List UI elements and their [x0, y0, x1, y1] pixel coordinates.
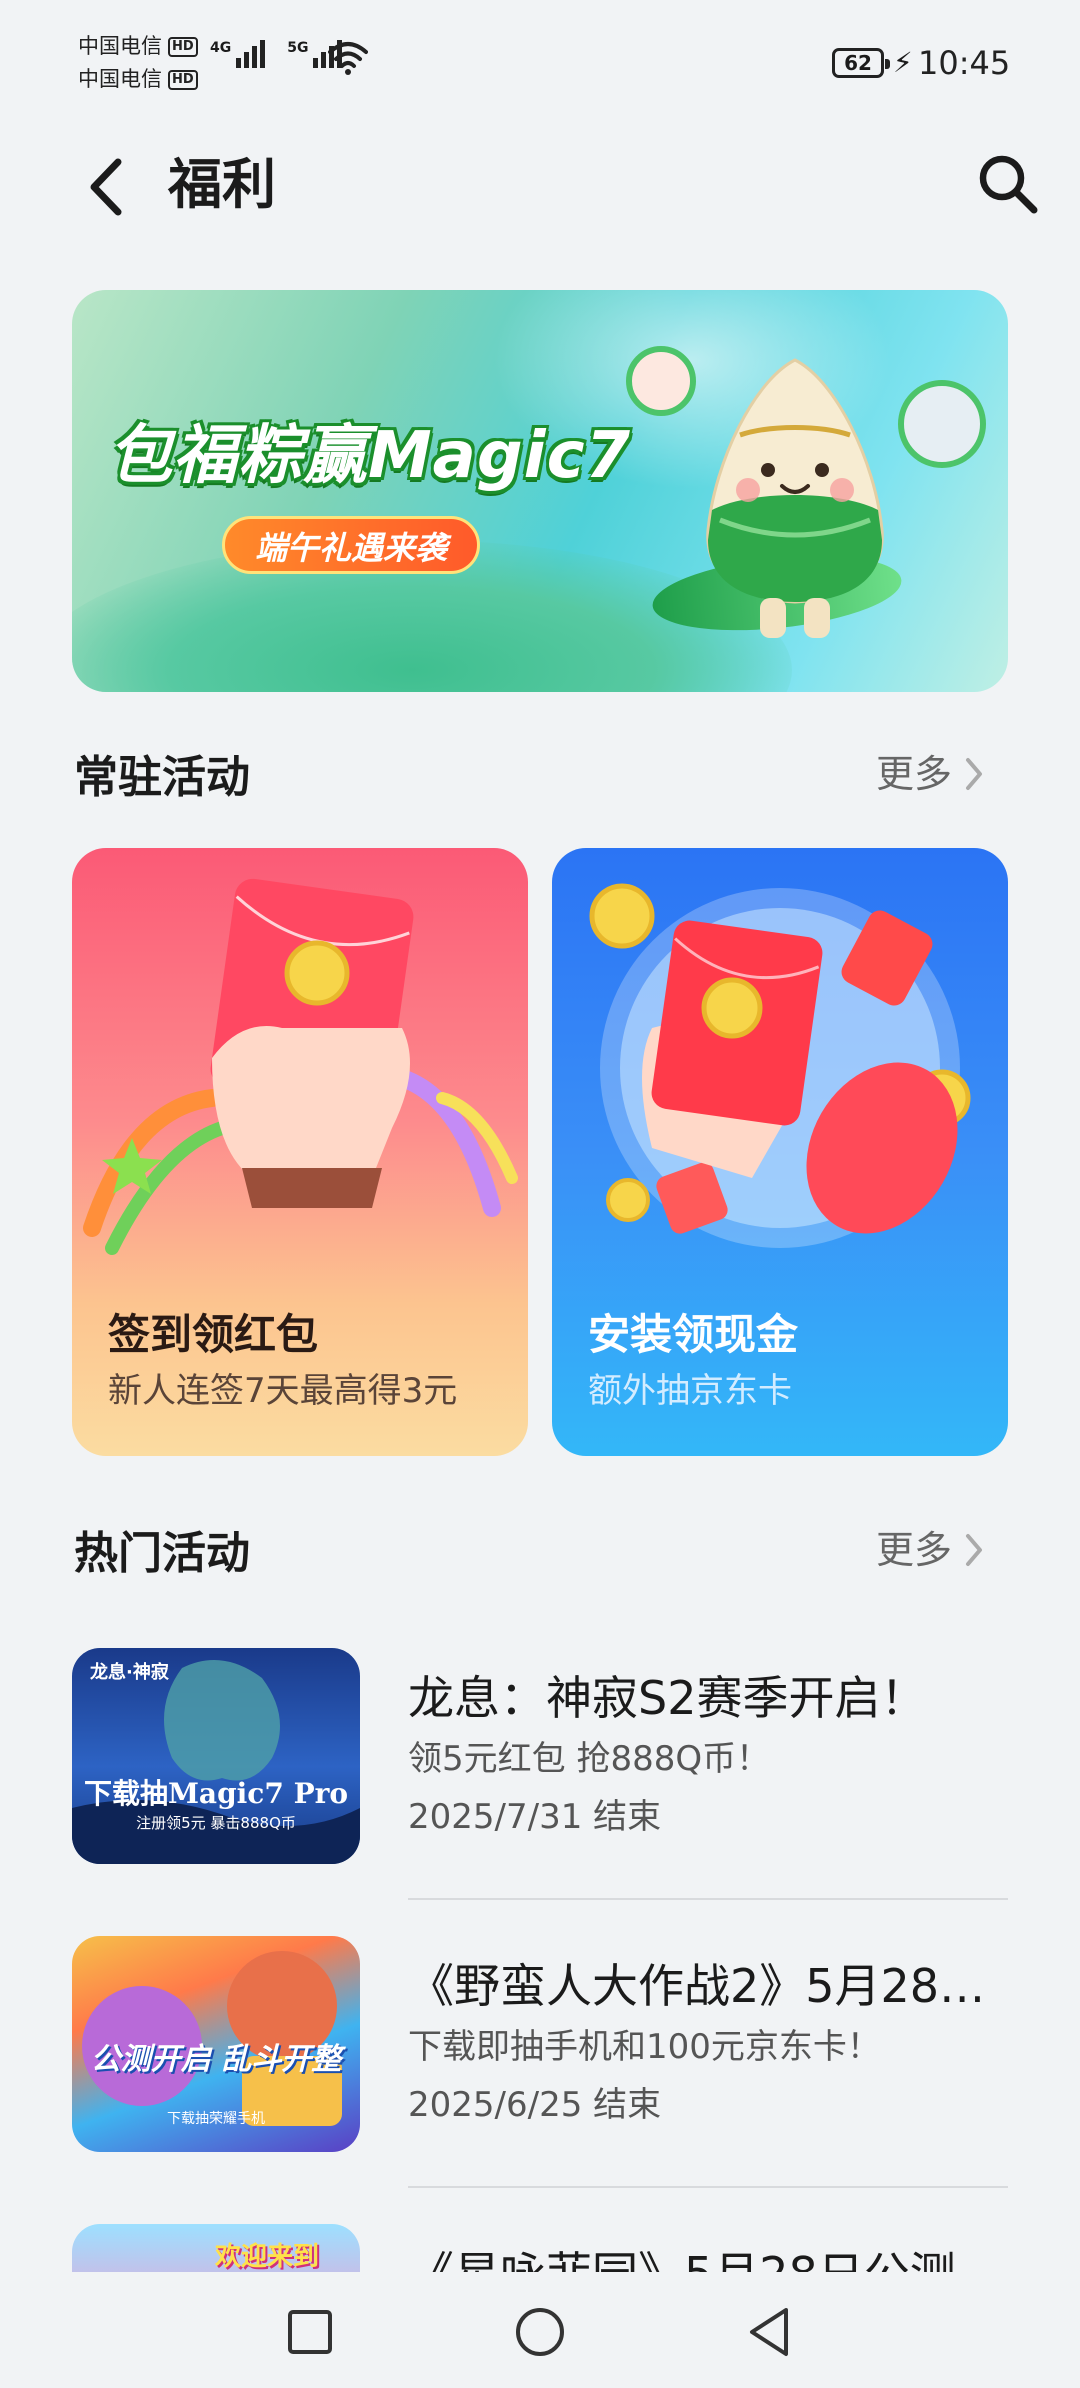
item-end-date: 2025/6/25 结束	[408, 2085, 662, 2125]
install-card[interactable]: 安装领现金 额外抽京东卡	[552, 848, 1008, 1456]
thumb-headline: 欢迎来到	[214, 2242, 319, 2272]
back-triangle-icon[interactable]	[740, 2302, 800, 2362]
signal-4g-icon: 4G	[210, 40, 266, 68]
divider	[408, 2186, 1008, 2188]
back-icon[interactable]	[80, 152, 132, 222]
home-circle-icon[interactable]	[510, 2302, 570, 2362]
banner-title: 包福粽赢Magic7	[108, 419, 632, 493]
wifi-icon	[328, 42, 368, 75]
item-description: 下载即抽手机和100元京东卡！	[408, 2027, 881, 2067]
card-subtitle: 额外抽京东卡	[588, 1371, 792, 1411]
list-item[interactable]: 欢迎来到 《星咏菲园》5月28日公测	[72, 2224, 1008, 2272]
red-envelope-hand-icon	[83, 878, 518, 1255]
chevron-right-icon	[966, 1534, 983, 1566]
activity-thumbnail: 欢迎来到	[72, 2224, 360, 2272]
red-envelope-badge-icon	[626, 346, 696, 416]
clock: 10:45	[918, 44, 1011, 82]
item-end-date: 2025/7/31 结束	[408, 1797, 662, 1837]
zongzi-mascot-icon	[706, 358, 884, 638]
chevron-right-icon	[966, 758, 983, 790]
hd-badge: HD	[168, 69, 198, 90]
card-title: 签到领红包	[108, 1310, 319, 1359]
signal-group: 4G 5G	[210, 40, 343, 68]
item-title: 《星咏菲园》5月28日公测	[408, 2242, 1008, 2272]
item-description: 领5元红包 抢888Q币！	[408, 1739, 771, 1779]
more-button-hot[interactable]: 更多	[876, 1520, 986, 1580]
item-title: 龙息：神寂S2赛季开启！	[408, 1671, 927, 1725]
phone-badge-icon	[898, 380, 986, 468]
system-nav-bar	[0, 2272, 1080, 2388]
thumb-subline: 注册领5元 暴击888Q币	[136, 1814, 296, 1832]
promo-banner[interactable]: 包福粽赢Magic7 端午礼遇来袭	[72, 290, 1008, 692]
carrier-1: 中国电信	[78, 34, 162, 58]
activity-thumbnail: 公测开启 乱斗开整 下载抽荣耀手机	[72, 1936, 360, 2152]
thumb-subline: 下载抽荣耀手机	[167, 2111, 265, 2127]
page-title: 福利	[168, 153, 276, 216]
more-label: 更多	[876, 1528, 953, 1572]
carrier-2: 中国电信	[78, 67, 162, 91]
charging-icon: ⚡	[893, 46, 913, 79]
search-icon[interactable]	[974, 150, 1042, 218]
carrier-info: 中国电信 HD 中国电信 HD	[78, 30, 198, 96]
cash-envelope-hand-icon	[589, 883, 971, 1248]
battery-icon: 62	[832, 48, 890, 78]
more-label: 更多	[876, 752, 953, 796]
checkin-card[interactable]: 签到领红包 新人连签7天最高得3元	[72, 848, 528, 1456]
divider	[408, 1898, 1008, 1900]
thumb-brand: 龙息·神寂	[90, 1662, 169, 1683]
activity-thumbnail: 龙息·神寂 下载抽Magic7 Pro 注册领5元 暴击888Q币	[72, 1648, 360, 1864]
banner-subtitle: 端午礼遇来袭	[222, 516, 481, 574]
section-title-hot: 热门活动	[74, 1528, 250, 1579]
more-button-permanent[interactable]: 更多	[876, 744, 986, 804]
thumb-headline: 公测开启 乱斗开整	[90, 2042, 342, 2077]
status-bar: 中国电信 HD 中国电信 HD 4G 5G 62 ⚡ 10:45	[0, 0, 1080, 120]
card-subtitle: 新人连签7天最高得3元	[108, 1371, 458, 1411]
section-title-permanent: 常驻活动	[74, 752, 250, 803]
recents-square-icon[interactable]	[280, 2302, 340, 2362]
hd-badge: HD	[168, 36, 198, 57]
card-title: 安装领现金	[588, 1310, 799, 1359]
thumb-headline: 下载抽Magic7 Pro	[83, 1777, 349, 1810]
list-item[interactable]: 公测开启 乱斗开整 下载抽荣耀手机 《野蛮人大作战2》5月28日公测 下载即抽手…	[72, 1936, 1008, 2156]
item-title: 《野蛮人大作战2》5月28日公测	[408, 1959, 1008, 2013]
list-item[interactable]: 龙息·神寂 下载抽Magic7 Pro 注册领5元 暴击888Q币 龙息：神寂S…	[72, 1648, 1008, 1868]
